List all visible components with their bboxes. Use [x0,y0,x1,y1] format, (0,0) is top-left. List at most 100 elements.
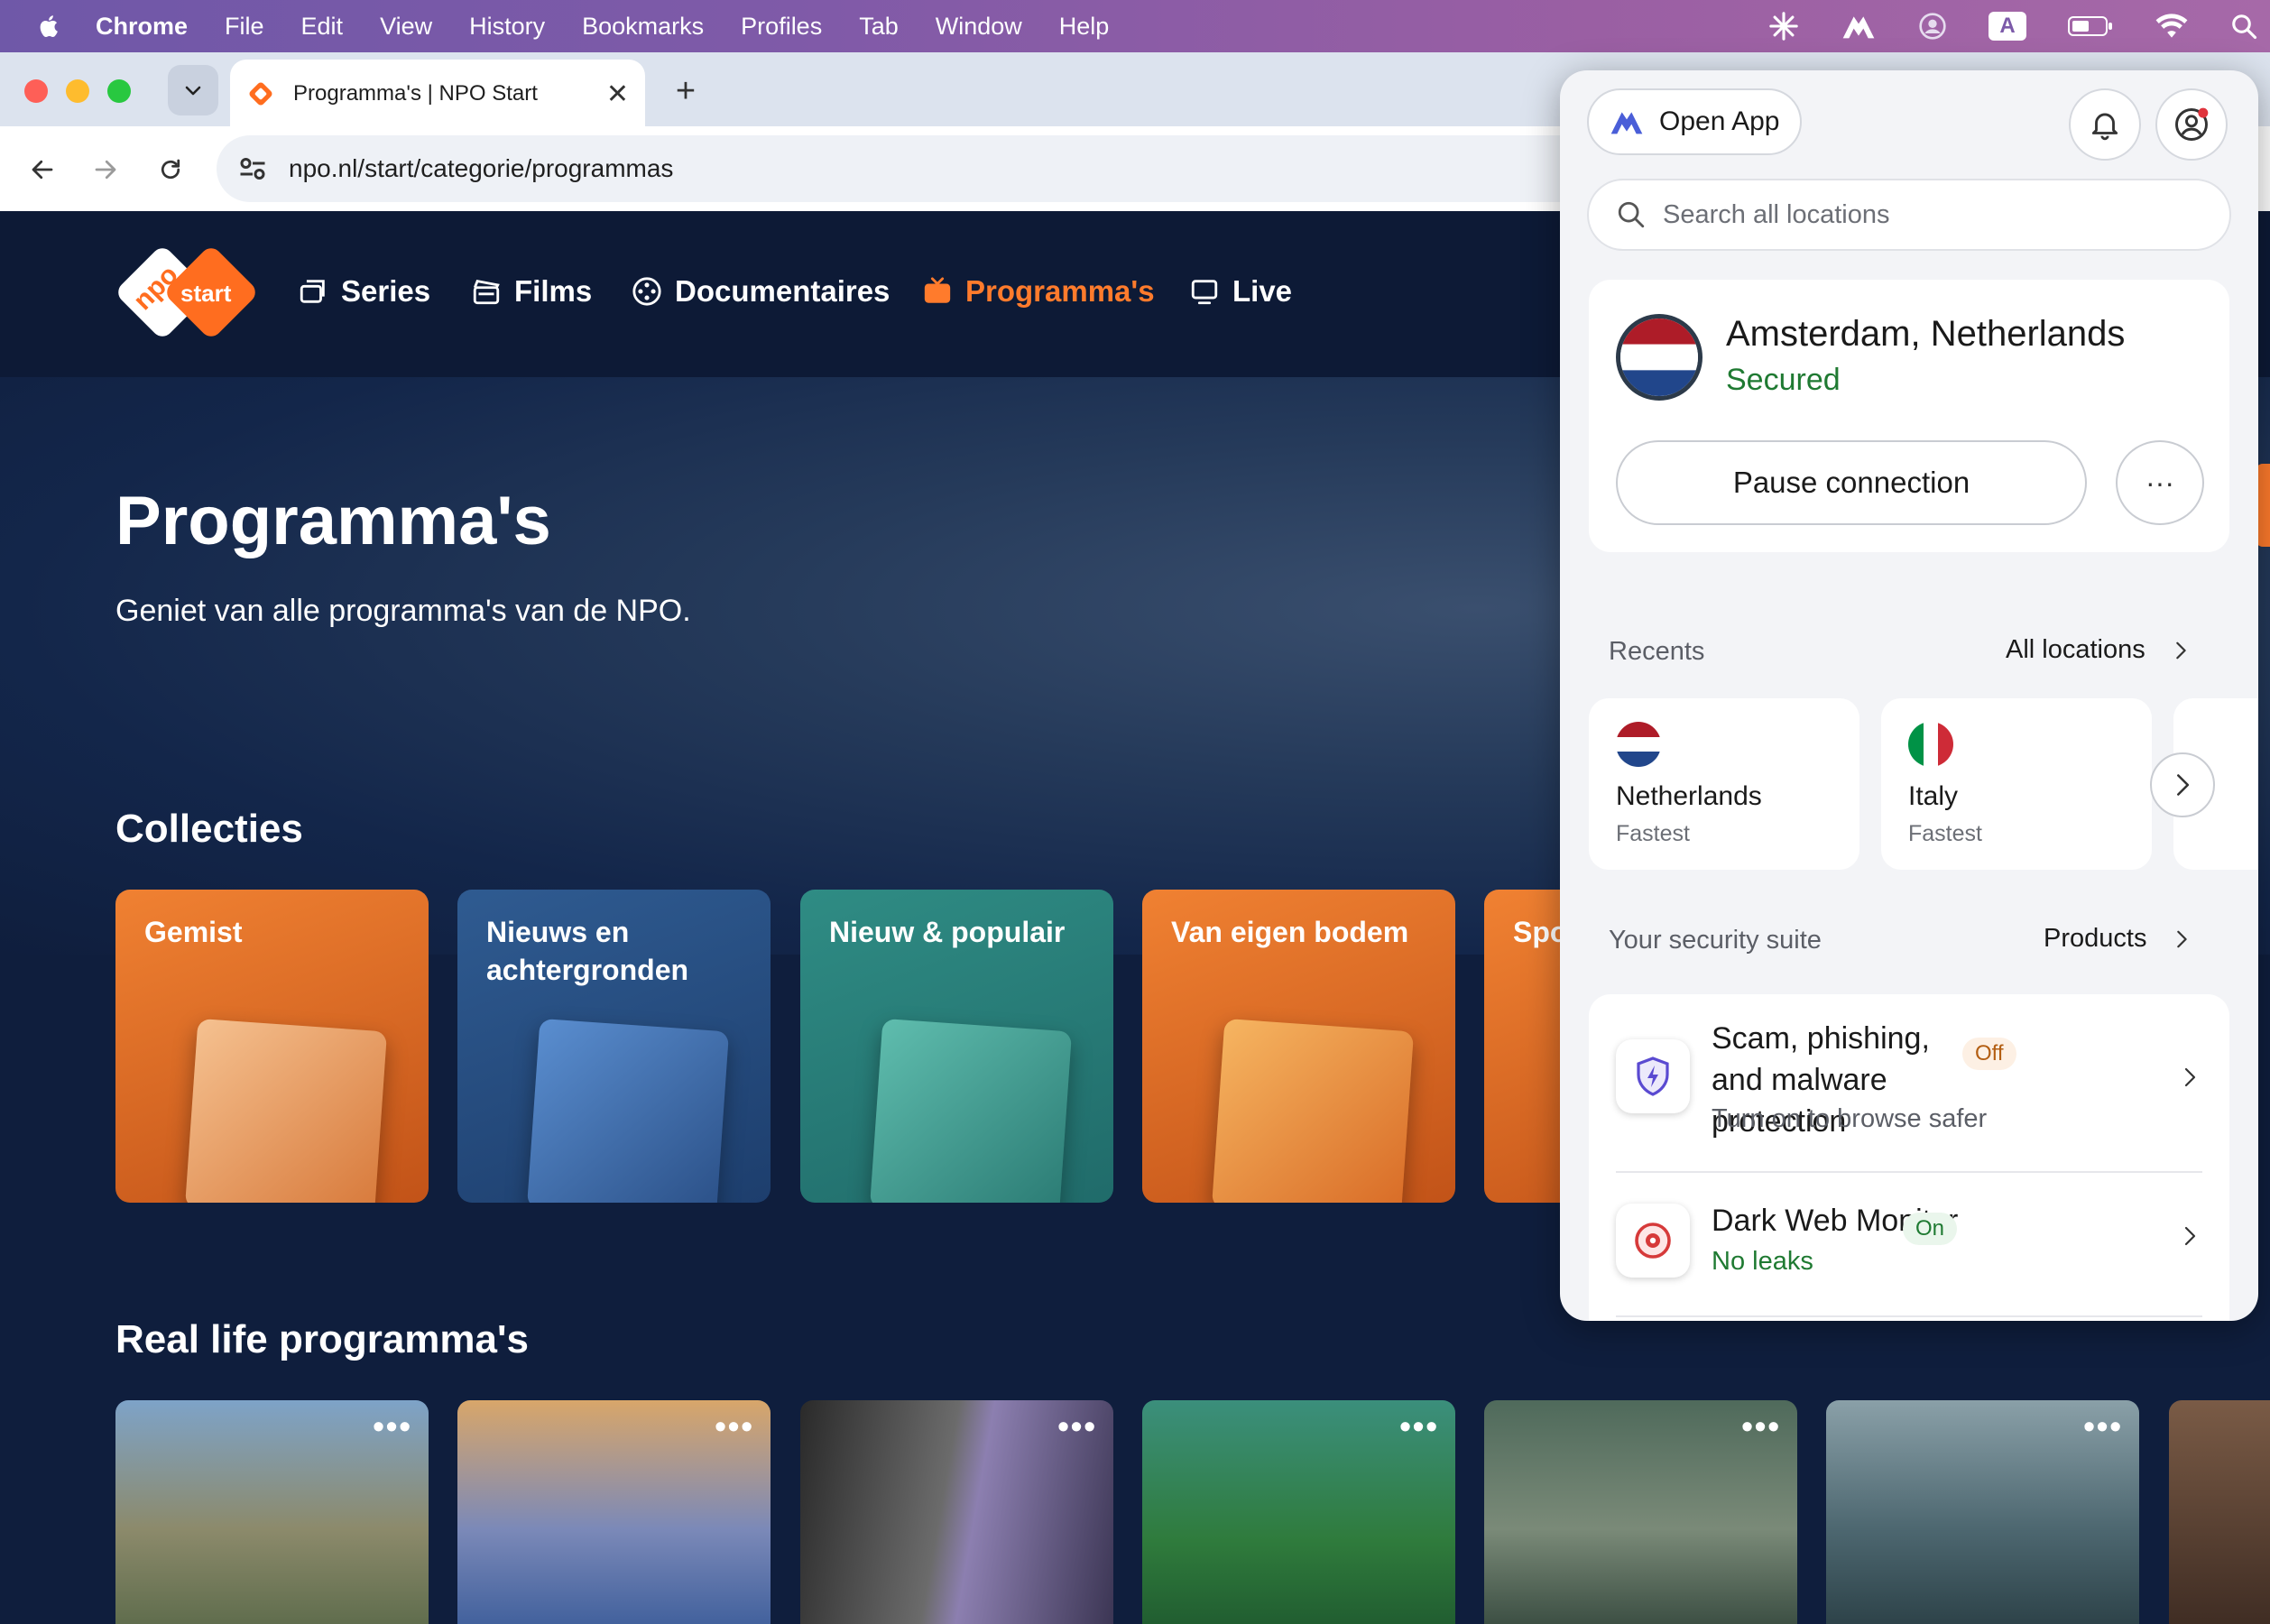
open-app-label: Open App [1659,106,1780,136]
url-text: npo.nl/start/categorie/programmas [289,154,674,182]
menu-tab[interactable]: Tab [859,13,899,41]
menu-edit[interactable]: Edit [301,13,344,41]
collection-card-gemist[interactable]: Gemist [115,890,429,1203]
program-card[interactable]: ••• [115,1400,429,1624]
recent-location-name: Italy [1908,781,1959,811]
notifications-button[interactable] [2069,88,2141,161]
new-tab-button[interactable]: + [663,69,708,114]
recent-location-netherlands[interactable]: Netherlands Fastest [1589,698,1859,870]
dark-web-eye-icon [1616,1204,1690,1278]
collections-heading: Collecties [115,807,303,851]
program-card[interactable] [2169,1400,2270,1624]
program-card[interactable]: ••• [800,1400,1113,1624]
more-options-icon[interactable]: ••• [2083,1407,2123,1445]
forward-button[interactable] [83,147,128,192]
open-app-button[interactable]: Open App [1587,88,1802,155]
nav-live[interactable]: Live [1189,274,1292,309]
tab-search-button[interactable] [168,65,218,115]
netherlands-flag-icon [1616,722,1661,767]
series-icon [300,280,325,303]
nav-documentaires[interactable]: Documentaires [632,274,890,309]
connection-more-button[interactable]: ··· [2116,440,2204,525]
npo-start-logo[interactable]: npo start [115,245,260,345]
status-badge-on: On [1903,1213,1958,1245]
keyboard-input-icon[interactable]: A [1989,12,2026,41]
collection-card-nieuws[interactable]: Nieuws en achtergronden [457,890,771,1203]
security-suite-heading: Your security suite [1609,926,1822,955]
menu-view[interactable]: View [380,13,432,41]
window-fullscreen-button[interactable] [107,79,131,103]
all-locations-label: All locations [2006,635,2145,664]
spotlight-search-icon[interactable] [2230,13,2257,40]
menu-bookmarks[interactable]: Bookmarks [582,13,704,41]
collection-card-van-eigen-bodem[interactable]: Van eigen bodem [1142,890,1455,1203]
nav-films-label: Films [514,274,593,308]
collection-card-nieuw-populair[interactable]: Nieuw & populair [800,890,1113,1203]
security-suite-card: Scam, phishing, and malware protection O… [1589,994,2229,1321]
pause-connection-button[interactable]: Pause connection [1616,440,2087,525]
film-reel-icon [632,277,661,306]
all-locations-link[interactable]: All locations [2006,635,2191,665]
feature-description: Turn on to browse safer [1712,1104,1988,1133]
menu-help[interactable]: Help [1059,13,1110,41]
menu-history[interactable]: History [469,13,545,41]
vpn-logo-icon [1610,112,1643,134]
shield-bolt-icon [1616,1039,1690,1113]
recent-location-name: Netherlands [1616,781,1762,811]
address-bar[interactable]: npo.nl/start/categorie/programmas [217,135,1660,202]
nav-programmas[interactable]: Programma's [922,274,1155,309]
nav-films[interactable]: Films [471,274,592,309]
program-card[interactable]: ••• [1484,1400,1797,1624]
recent-location-italy[interactable]: Italy Fastest [1881,698,2152,870]
macos-menu-bar: Chrome File Edit View History Bookmarks … [0,0,2270,52]
search-placeholder: Search all locations [1663,199,1890,229]
chevron-right-icon [2177,930,2188,947]
site-settings-icon[interactable] [236,152,269,185]
nav-series[interactable]: Series [298,274,430,309]
asterisk-status-icon[interactable] [1768,11,1799,42]
browser-tab-npo[interactable]: Programma's | NPO Start ✕ [230,60,645,128]
account-button[interactable] [2155,88,2228,161]
recents-scroll-next-button[interactable] [2150,752,2215,817]
nav-programmas-label: Programma's [965,274,1155,308]
menu-file[interactable]: File [225,13,264,41]
chevron-down-icon [185,86,201,96]
menu-profiles[interactable]: Profiles [741,13,822,41]
program-card[interactable]: ••• [1142,1400,1455,1624]
window-close-button[interactable] [24,79,48,103]
battery-icon[interactable] [2068,14,2113,38]
collection-label: Gemist [144,916,243,948]
tab-title: Programma's | NPO Start [293,81,538,106]
window-minimize-button[interactable] [66,79,89,103]
more-options-icon[interactable]: ••• [1399,1407,1439,1445]
program-card[interactable]: ••• [1826,1400,2139,1624]
connection-status: Secured [1726,363,1841,397]
menu-app-chrome[interactable]: Chrome [96,13,188,41]
recent-location-sub: Fastest [1616,821,1690,846]
collection-label: Nieuws en achtergronden [486,916,689,986]
products-link[interactable]: Products [2044,924,2192,954]
more-options-icon[interactable]: ••• [1741,1407,1781,1445]
wifi-icon[interactable] [2155,13,2189,40]
nav-series-label: Series [341,274,431,308]
vpn-status-icon[interactable] [1841,12,1877,41]
back-button[interactable] [20,147,65,192]
program-card[interactable]: ••• [457,1400,771,1624]
apple-menu-icon[interactable] [36,13,63,40]
reload-icon [161,159,180,180]
location-search-input[interactable]: Search all locations [1587,179,2231,251]
bell-icon [2091,113,2118,141]
menu-bar-status-area: A [1768,0,2270,52]
svg-text:start: start [180,280,232,307]
more-options-icon[interactable]: ••• [373,1407,412,1445]
more-options-icon[interactable]: ••• [715,1407,754,1445]
reload-button[interactable] [148,147,193,192]
menu-window[interactable]: Window [936,13,1022,41]
user-status-icon[interactable] [1918,12,1947,41]
tv-icon [924,277,951,303]
netherlands-flag-icon [1616,314,1702,401]
arrow-left-icon [32,160,53,180]
tab-close-icon[interactable]: ✕ [606,78,629,110]
products-label: Products [2044,924,2147,953]
more-options-icon[interactable]: ••• [1057,1407,1097,1445]
